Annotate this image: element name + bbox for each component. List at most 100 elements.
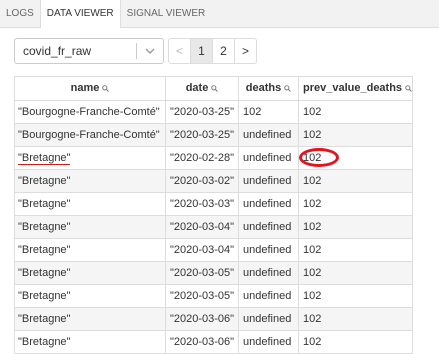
- cell-text: "Bretagne": [18, 267, 71, 279]
- deaths-cell: undefined: [238, 146, 299, 170]
- date-cell: "2020-03-04": [165, 238, 239, 262]
- cell-text: 102: [303, 198, 322, 210]
- date-cell: "2020-03-03": [165, 192, 239, 216]
- table-row[interactable]: "Bourgogne-Franche-Comté" "2020-03-25" und…: [14, 123, 413, 147]
- column-header-label: prev_value_deaths: [303, 82, 403, 95]
- search-icon[interactable]: [211, 83, 219, 95]
- table-row[interactable]: "Bretagne" "2020-03-05" undefined 102: [14, 261, 413, 285]
- deaths-cell: undefined: [238, 284, 299, 308]
- pagination-page-1[interactable]: 1: [190, 38, 213, 64]
- chevron-down-icon[interactable]: [137, 39, 163, 63]
- name-cell: "Bourgogne-Franche-Comté": [14, 100, 166, 124]
- cell-text: "Bourgogne-Franche-Comté": [18, 129, 160, 141]
- deaths-cell: undefined: [238, 123, 299, 147]
- prev-value-deaths-cell: 102: [298, 284, 413, 308]
- deaths-cell: 102: [238, 100, 299, 124]
- deaths-cell: undefined: [238, 215, 299, 239]
- pagination-page-2[interactable]: 2: [212, 38, 235, 64]
- deaths-cell: undefined: [238, 238, 299, 262]
- name-cell: "Bretagne": [14, 284, 166, 308]
- cell-text: 102: [303, 175, 322, 187]
- cell-text: "Bretagne": [18, 198, 71, 210]
- column-header-prev-value-deaths[interactable]: prev_value_deaths: [298, 76, 413, 101]
- cell-text: undefined: [243, 221, 292, 233]
- table-body: "Bourgogne-Franche-Comté" "2020-03-25" 102…: [14, 100, 413, 354]
- table-row[interactable]: "Bretagne" "2020-03-02" undefined 102: [14, 169, 413, 193]
- name-cell: "Bretagne": [14, 146, 166, 170]
- name-cell: "Bretagne": [14, 307, 166, 331]
- cell-text: "Bretagne": [18, 336, 71, 348]
- name-cell: "Bretagne": [14, 192, 166, 216]
- date-cell: "2020-02-28": [165, 146, 239, 170]
- column-header-label: deaths: [245, 82, 282, 95]
- cell-text: "2020-03-05": [170, 290, 235, 302]
- cell-text: 102: [303, 267, 322, 279]
- date-cell: "2020-03-05": [165, 284, 239, 308]
- cell-text: "2020-03-06": [170, 336, 235, 348]
- pagination-prev-button[interactable]: <: [168, 38, 191, 64]
- search-icon[interactable]: [405, 83, 412, 95]
- table-row[interactable]: "Bretagne" "2020-03-04" undefined 102: [14, 238, 413, 262]
- tab-data-viewer[interactable]: DATA VIEWER: [39, 0, 121, 28]
- prev-value-deaths-cell: 102: [298, 330, 413, 354]
- dataset-select-value: covid_fr_raw: [23, 44, 92, 58]
- cell-text: undefined: [243, 198, 292, 210]
- prev-value-deaths-cell: 102: [298, 192, 413, 216]
- dataset-select[interactable]: covid_fr_raw: [14, 38, 164, 64]
- date-cell: "2020-03-02": [165, 169, 239, 193]
- cell-text: 102: [243, 106, 262, 118]
- cell-text: "Bretagne": [18, 221, 71, 233]
- cell-text: "2020-03-25": [170, 129, 235, 141]
- cell-text: "2020-03-04": [170, 244, 235, 256]
- cell-text: undefined: [243, 290, 292, 302]
- deaths-cell: undefined: [238, 261, 299, 285]
- pagination-next-button[interactable]: >: [234, 38, 257, 64]
- date-cell: "2020-03-25": [165, 100, 239, 124]
- column-header-label: date: [185, 82, 209, 95]
- search-icon[interactable]: [284, 83, 292, 95]
- underlined-cell-text: "Bretagne": [18, 152, 71, 165]
- prev-value-deaths-cell: 102: [298, 100, 413, 124]
- cell-text: undefined: [243, 129, 292, 141]
- column-header-name[interactable]: name: [14, 76, 166, 101]
- date-cell: "2020-03-04": [165, 215, 239, 239]
- cell-text: 102: [303, 244, 322, 256]
- table-row[interactable]: "Bretagne" "2020-03-05" undefined 102: [14, 284, 413, 308]
- name-cell: "Bretagne": [14, 215, 166, 239]
- cell-text: "2020-02-28": [170, 152, 235, 164]
- cell-text: 102: [303, 152, 322, 164]
- prev-value-deaths-cell: 102: [298, 215, 413, 239]
- column-header-date[interactable]: date: [165, 76, 239, 101]
- prev-value-deaths-cell: 102: [298, 123, 413, 147]
- pagination: < 1 2 >: [168, 38, 257, 64]
- cell-text: undefined: [243, 152, 292, 164]
- tab-signal-viewer[interactable]: SIGNAL VIEWER: [121, 0, 212, 27]
- table-row[interactable]: "Bretagne" "2020-03-04" undefined 102: [14, 215, 413, 239]
- table-row[interactable]: "Bretagne" "2020-03-03" undefined 102: [14, 192, 413, 216]
- table-row[interactable]: "Bretagne" "2020-03-06" undefined 102: [14, 307, 413, 331]
- tab-logs[interactable]: LOGS: [0, 0, 40, 27]
- table-row[interactable]: "Bourgogne-Franche-Comté" "2020-03-25" 102…: [14, 100, 413, 124]
- date-cell: "2020-03-06": [165, 307, 239, 331]
- cell-text: 102: [303, 129, 322, 141]
- column-header-label: name: [70, 82, 100, 95]
- date-cell: "2020-03-25": [165, 123, 239, 147]
- cell-text: "2020-03-04": [170, 221, 235, 233]
- prev-value-deaths-cell: 102: [298, 238, 413, 262]
- table-row[interactable]: "Bretagne" "2020-02-28" undefined 102: [14, 146, 413, 170]
- prev-value-deaths-cell: 102: [298, 169, 413, 193]
- table-row[interactable]: "Bretagne" "2020-03-06" undefined 102: [14, 330, 413, 354]
- deaths-cell: undefined: [238, 192, 299, 216]
- prev-value-deaths-cell: 102: [298, 146, 413, 170]
- name-cell: "Bretagne": [14, 330, 166, 354]
- name-cell: "Bretagne": [14, 238, 166, 262]
- cell-text: "2020-03-02": [170, 175, 235, 187]
- prev-value-deaths-cell: 102: [298, 307, 413, 331]
- cell-text: 102: [303, 290, 322, 302]
- cell-text: "Bretagne": [18, 244, 71, 256]
- search-icon[interactable]: [102, 83, 110, 95]
- deaths-cell: undefined: [238, 169, 299, 193]
- column-header-deaths[interactable]: deaths: [238, 76, 299, 101]
- cell-text: undefined: [243, 336, 292, 348]
- cell-text: undefined: [243, 244, 292, 256]
